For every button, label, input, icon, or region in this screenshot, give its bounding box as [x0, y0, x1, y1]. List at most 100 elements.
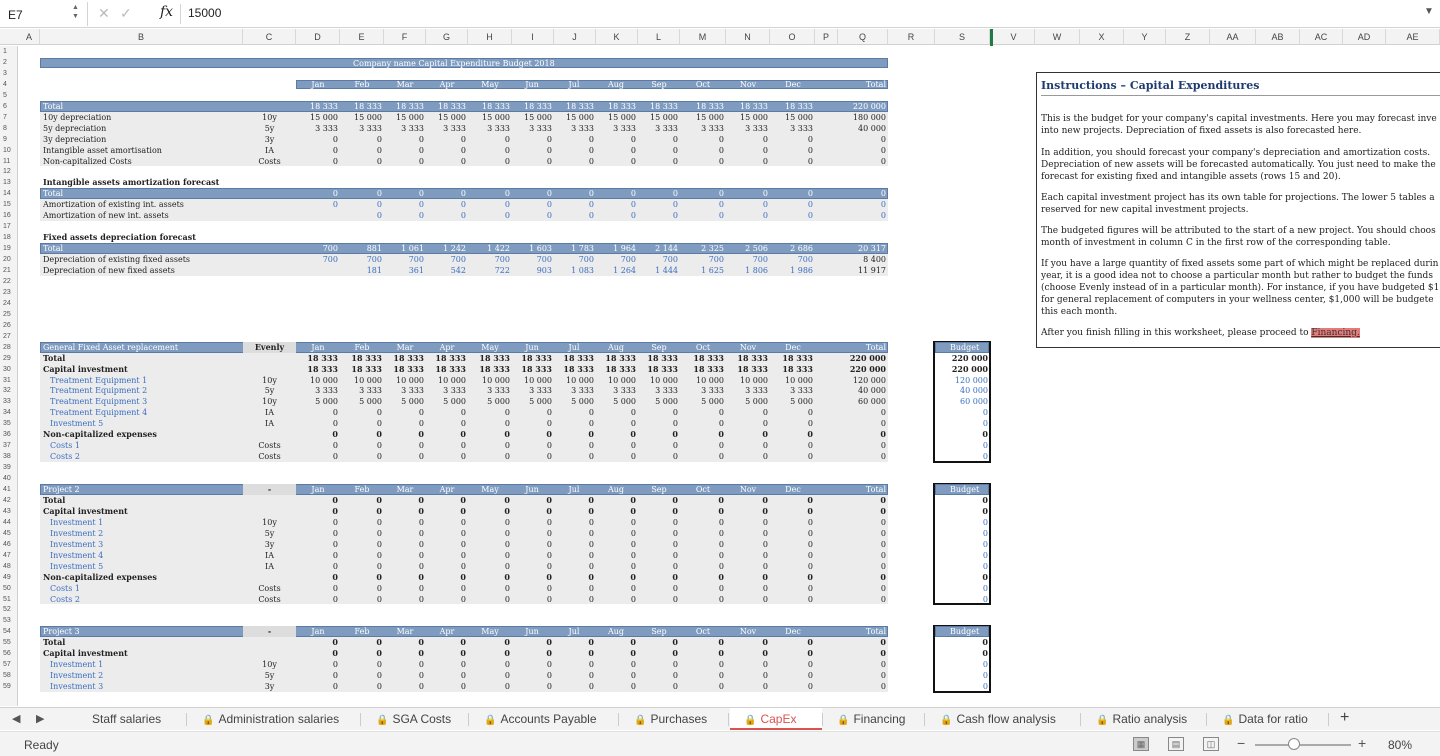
- project-value[interactable]: 0: [468, 659, 510, 670]
- row-header[interactable]: 57: [0, 660, 18, 671]
- project-row-label[interactable]: Investment 3: [50, 539, 245, 550]
- fixed-value[interactable]: 1 783: [552, 243, 594, 254]
- row-header[interactable]: 12: [0, 167, 18, 178]
- project-value[interactable]: 0: [424, 637, 466, 648]
- row-header[interactable]: 17: [0, 222, 18, 233]
- project-value[interactable]: 0: [726, 637, 768, 648]
- project-row-label[interactable]: Total: [43, 353, 238, 364]
- project-value[interactable]: 3 333: [726, 385, 768, 396]
- project-value[interactable]: 18 333: [424, 353, 466, 364]
- project-value[interactable]: 0: [771, 429, 813, 440]
- fixed-value[interactable]: 1 964: [594, 243, 636, 254]
- intangible-total[interactable]: 0: [838, 199, 886, 210]
- project-value[interactable]: 0: [682, 440, 724, 451]
- project-value[interactable]: 0: [296, 506, 338, 517]
- project-name[interactable]: General Fixed Asset replacement: [43, 342, 243, 353]
- project-row-total[interactable]: 0: [838, 429, 886, 440]
- summary-value[interactable]: 0: [424, 134, 466, 145]
- project-value[interactable]: 0: [682, 594, 724, 605]
- row-header[interactable]: 31: [0, 376, 18, 387]
- project-value[interactable]: 0: [771, 648, 813, 659]
- project-value[interactable]: 0: [726, 594, 768, 605]
- project-value[interactable]: 0: [726, 539, 768, 550]
- intangible-value[interactable]: 0: [636, 199, 678, 210]
- intangible-value[interactable]: 0: [682, 199, 724, 210]
- project-value[interactable]: 0: [594, 659, 636, 670]
- project-value[interactable]: 0: [340, 517, 382, 528]
- project-row-budget[interactable]: 0: [935, 407, 988, 418]
- project-row-type[interactable]: [243, 648, 296, 659]
- project-row-label[interactable]: Investment 3: [50, 681, 245, 692]
- row-header[interactable]: 45: [0, 529, 18, 540]
- project-value[interactable]: 0: [296, 451, 338, 462]
- intangible-value[interactable]: 0: [510, 210, 552, 221]
- month-header[interactable]: Sep: [639, 79, 679, 90]
- project-month-header[interactable]: Apr: [427, 484, 467, 495]
- column-header[interactable]: G: [426, 29, 468, 45]
- column-header[interactable]: Y: [1124, 29, 1166, 45]
- project-row-total[interactable]: 0: [838, 495, 886, 506]
- project-value[interactable]: 0: [296, 407, 338, 418]
- project-value[interactable]: 0: [682, 528, 724, 539]
- intangible-value[interactable]: 0: [424, 210, 466, 221]
- project-row-budget[interactable]: 220 000: [935, 364, 988, 375]
- row-header[interactable]: 28: [0, 343, 18, 354]
- project-value[interactable]: 0: [682, 495, 724, 506]
- column-header[interactable]: L: [638, 29, 680, 45]
- column-header[interactable]: W: [1035, 29, 1080, 45]
- project-row-label[interactable]: Investment 5: [50, 561, 245, 572]
- project-value[interactable]: 0: [340, 637, 382, 648]
- project-value[interactable]: 0: [296, 648, 338, 659]
- row-header[interactable]: 58: [0, 671, 18, 682]
- project-row-type[interactable]: Costs: [243, 440, 296, 451]
- summary-label[interactable]: 5y depreciation: [43, 123, 243, 134]
- project-value[interactable]: 0: [340, 681, 382, 692]
- project-value[interactable]: 5 000: [424, 396, 466, 407]
- project-value[interactable]: 0: [594, 561, 636, 572]
- project-value[interactable]: 0: [424, 506, 466, 517]
- intangible-value[interactable]: 0: [682, 210, 724, 221]
- project-row-budget[interactable]: 0: [935, 550, 988, 561]
- row-header[interactable]: 4: [0, 80, 18, 91]
- project-value[interactable]: 0: [682, 648, 724, 659]
- column-header[interactable]: V: [993, 29, 1035, 45]
- project-row-budget[interactable]: 0: [935, 561, 988, 572]
- summary-value[interactable]: 15 000: [594, 112, 636, 123]
- intangible-label[interactable]: Amortization of new int. assets: [43, 210, 243, 221]
- project-value[interactable]: 18 333: [424, 364, 466, 375]
- project-value[interactable]: 0: [594, 517, 636, 528]
- intangible-value[interactable]: 0: [340, 210, 382, 221]
- project-row-total[interactable]: 220 000: [838, 353, 886, 364]
- project-row-type[interactable]: IA: [243, 550, 296, 561]
- column-header[interactable]: Z: [1166, 29, 1210, 45]
- project-value[interactable]: 0: [340, 528, 382, 539]
- project-row-total[interactable]: 0: [838, 561, 886, 572]
- confirm-icon[interactable]: ✓: [120, 5, 132, 22]
- project-value[interactable]: 0: [296, 670, 338, 681]
- row-header[interactable]: 2: [0, 58, 18, 69]
- project-row-label[interactable]: Non-capitalized expenses: [43, 429, 238, 440]
- fixed-label[interactable]: Depreciation of new fixed assets: [43, 265, 243, 276]
- project-value[interactable]: 5 000: [382, 396, 424, 407]
- project-value[interactable]: 0: [726, 659, 768, 670]
- project-value[interactable]: 0: [340, 594, 382, 605]
- project-row-label[interactable]: Treatment Equipment 2: [50, 385, 245, 396]
- project-row-label[interactable]: Capital investment: [43, 506, 238, 517]
- summary-value[interactable]: 15 000: [552, 112, 594, 123]
- project-month-header[interactable]: Jan: [298, 484, 338, 495]
- project-row-budget[interactable]: 0: [935, 670, 988, 681]
- intangible-first[interactable]: 0: [296, 188, 338, 199]
- summary-value[interactable]: 3 333: [382, 123, 424, 134]
- summary-label[interactable]: Total: [43, 101, 243, 112]
- fixed-value[interactable]: 700: [468, 254, 510, 265]
- project-row-label[interactable]: Costs 2: [50, 451, 245, 462]
- project-row-type[interactable]: 5y: [243, 670, 296, 681]
- project-value[interactable]: 0: [296, 594, 338, 605]
- fixed-value[interactable]: 1 083: [552, 265, 594, 276]
- zoom-out-button[interactable]: −: [1237, 735, 1245, 751]
- project-row-total[interactable]: 220 000: [838, 364, 886, 375]
- summary-value[interactable]: 0: [296, 145, 338, 156]
- row-header[interactable]: 40: [0, 474, 18, 485]
- project-value[interactable]: 0: [510, 517, 552, 528]
- project-row-budget[interactable]: 60 000: [935, 396, 988, 407]
